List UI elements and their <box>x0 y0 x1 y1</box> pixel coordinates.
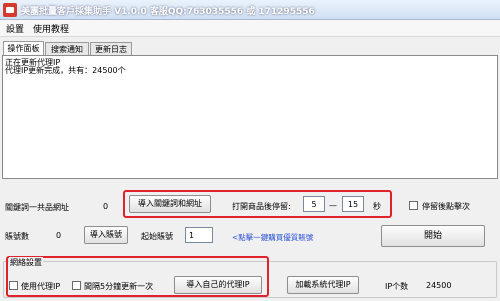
import-accounts-button[interactable]: 導入賬號 <box>84 226 128 244</box>
menu-settings[interactable]: 設置 <box>3 22 27 35</box>
account-count-label: 賬號數 <box>5 232 29 241</box>
open-wait-label: 打開商品後停留: <box>232 202 291 211</box>
auto-refresh-label: 間隔5分鐘更新一次 <box>84 282 154 291</box>
menu-tutorial[interactable]: 使用教程 <box>30 22 72 35</box>
use-proxy-label: 使用代理IP <box>21 282 61 291</box>
ip-count-label: IP个数 <box>385 282 409 291</box>
buy-accounts-link[interactable]: <點擊一鍵購買優質賬號 <box>232 232 313 243</box>
start-account-input[interactable]: 1 <box>185 227 213 243</box>
import-own-proxy-button[interactable]: 導入自己的代理IP <box>174 276 262 294</box>
wait-max-input[interactable]: 15 <box>342 196 364 212</box>
start-button[interactable]: 開始 <box>381 225 485 247</box>
title-bar: 美團批量客戶採集助手 V1.0.0 客服QQ:763035556 或 17129… <box>0 0 500 20</box>
auto-refresh-checkbox[interactable] <box>72 281 81 290</box>
wait-min-input[interactable]: 5 <box>303 196 325 212</box>
resume-click-label: 停留後點擊次 <box>422 202 470 211</box>
load-system-proxy-button[interactable]: 加載系統代理IP <box>287 276 359 294</box>
account-count: 0 <box>56 231 62 240</box>
resume-click-checkbox[interactable] <box>409 201 418 210</box>
log-line: 代理IP更新完成，共有：24500个 <box>5 66 126 75</box>
network-settings-label: 網絡設置 <box>9 257 43 268</box>
import-keywords-button[interactable]: 導入關鍵詞和網址 <box>129 195 211 213</box>
ip-count-value: 24500 <box>426 281 452 290</box>
app-icon <box>3 3 17 17</box>
seconds-unit: 秒 <box>373 202 381 211</box>
start-account-label: 起始賬號 <box>141 232 173 241</box>
keyword-url-label: 關鍵詞一共品網址 <box>5 203 69 212</box>
use-proxy-checkbox[interactable] <box>9 281 18 290</box>
log-output[interactable]: 正在更新代理IP 代理IP更新完成，共有：24500个 <box>2 55 498 179</box>
range-dash: — <box>329 201 337 210</box>
window-title: 美團批量客戶採集助手 V1.0.0 客服QQ:763035556 或 17129… <box>21 7 315 17</box>
menu-bar: 設置 使用教程 <box>0 20 500 37</box>
keyword-count: 0 <box>103 202 109 211</box>
